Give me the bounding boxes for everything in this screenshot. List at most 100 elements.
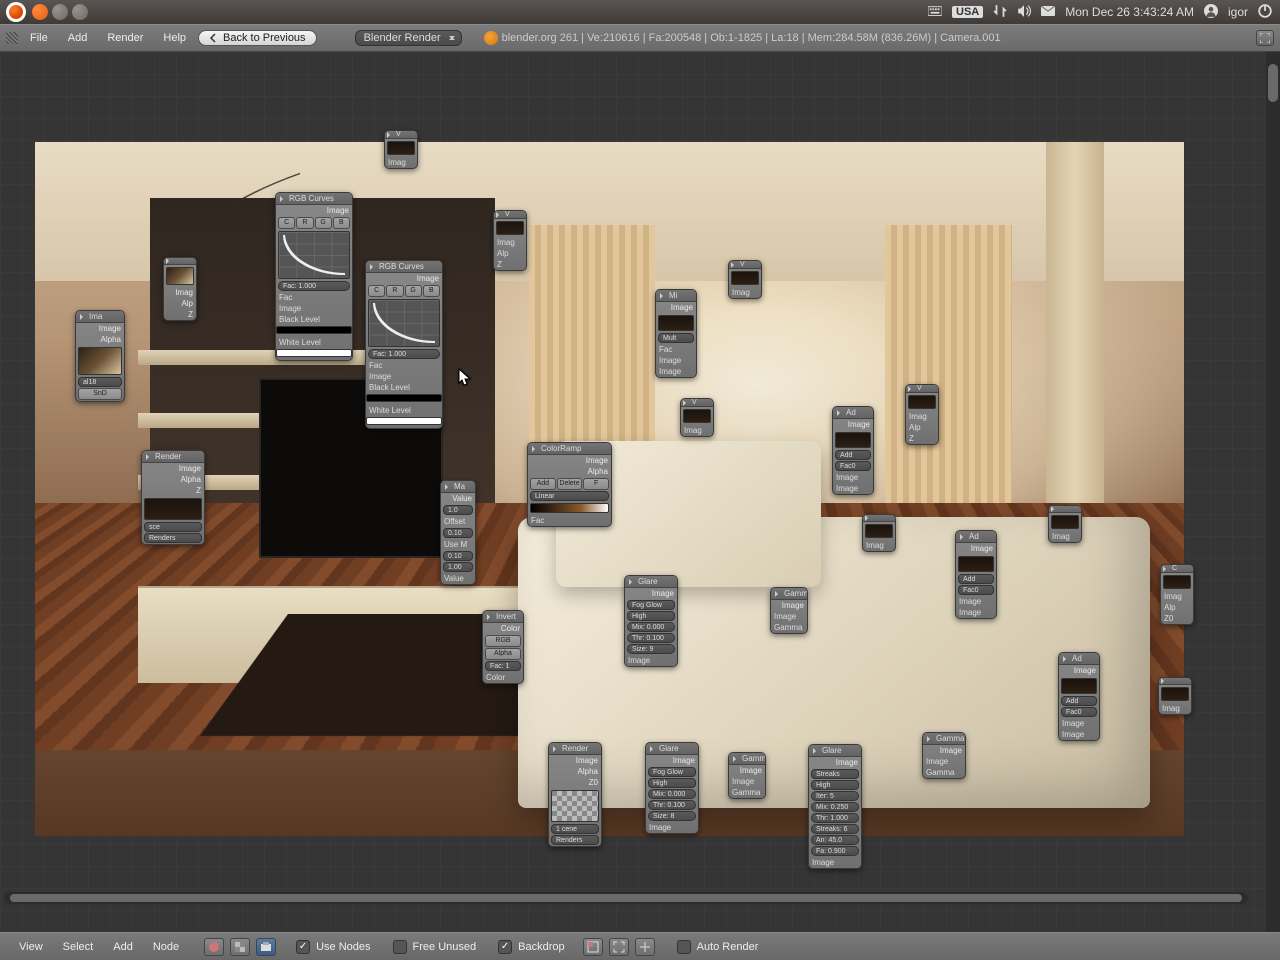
node-gamma-1[interactable]: Gamma Image Image Gamma bbox=[770, 587, 808, 634]
socket-image[interactable]: Image bbox=[646, 755, 698, 766]
socket-image2[interactable]: Image bbox=[833, 483, 873, 494]
node-rgb-curves-1[interactable]: RGB Curves Image CRGB Fac: 1.000 Fac Ima… bbox=[275, 192, 353, 361]
socket-image[interactable]: Image bbox=[729, 765, 765, 776]
socket-z[interactable]: Z bbox=[142, 485, 204, 496]
socket-alpha[interactable]: Alpha bbox=[528, 466, 611, 477]
socket-image[interactable]: Image bbox=[549, 755, 601, 766]
socket-alpha[interactable]: Alp bbox=[494, 248, 526, 259]
socket-image1[interactable]: Image bbox=[1059, 718, 1099, 729]
layer-select[interactable]: Renders bbox=[551, 835, 599, 845]
white-swatch[interactable] bbox=[366, 417, 442, 425]
fac-slider[interactable]: Fac: 1.000 bbox=[368, 349, 440, 359]
socket-image1[interactable]: Image bbox=[833, 472, 873, 483]
node-viewer-5[interactable]: V Imag Alp Z bbox=[905, 384, 939, 445]
scene-select[interactable]: sce bbox=[144, 522, 202, 532]
horizontal-scrollbar[interactable] bbox=[4, 892, 1248, 904]
fade-slider[interactable]: Fa: 0.900 bbox=[811, 846, 859, 856]
menu-add-bottom[interactable]: Add bbox=[106, 939, 140, 955]
socket-image[interactable]: Imag bbox=[494, 237, 526, 248]
node-viewer-1[interactable]: V Imag bbox=[384, 130, 418, 169]
glare-quality[interactable]: High bbox=[627, 611, 675, 621]
node-mix-add-1[interactable]: Ad Image Add Fac0 Image Image bbox=[832, 406, 874, 495]
offset-field[interactable]: 0.10 bbox=[443, 528, 473, 538]
socket-white[interactable]: White Level bbox=[366, 405, 442, 416]
curve-widget[interactable] bbox=[368, 299, 440, 347]
socket-image[interactable]: Image bbox=[625, 588, 677, 599]
fac-value[interactable]: Fac0 bbox=[835, 461, 871, 471]
socket-image2[interactable]: Image bbox=[956, 607, 996, 618]
menu-node[interactable]: Node bbox=[146, 939, 186, 955]
node-rgb-curves-2[interactable]: RGB Curves Image CRGB Fac: 1.000 Fac Ima… bbox=[365, 260, 443, 429]
socket-image[interactable]: Imag bbox=[385, 157, 417, 168]
mix-slider[interactable]: Mix: 0.000 bbox=[648, 789, 696, 799]
socket-image[interactable]: Image bbox=[833, 419, 873, 430]
username[interactable]: igor bbox=[1228, 5, 1248, 19]
socket-fac[interactable]: Fac bbox=[528, 515, 611, 526]
image-select[interactable]: al18 bbox=[78, 377, 122, 387]
socket-image-in[interactable]: Image bbox=[625, 655, 677, 666]
thr-slider[interactable]: Thr: 0.100 bbox=[627, 633, 675, 643]
free-unused-checkbox[interactable] bbox=[393, 940, 407, 954]
scene-select[interactable]: 1 cene bbox=[551, 824, 599, 834]
socket-image[interactable]: Image bbox=[771, 600, 807, 611]
socket-white[interactable]: White Level bbox=[276, 337, 352, 348]
socket-image-in[interactable]: Image bbox=[771, 611, 807, 622]
node-viewer-8[interactable]: Imag bbox=[1158, 677, 1192, 715]
socket-image[interactable]: Image bbox=[956, 543, 996, 554]
glare-quality[interactable]: High bbox=[811, 780, 859, 790]
node-render-layers-2[interactable]: Render Image Alpha Z0 1 cene Renders bbox=[548, 742, 602, 847]
streaks-slider[interactable]: Streaks: 6 bbox=[811, 824, 859, 834]
socket-image2[interactable]: Image bbox=[1059, 729, 1099, 740]
menu-select[interactable]: Select bbox=[56, 939, 101, 955]
socket-image-in[interactable]: Image bbox=[923, 756, 965, 767]
socket-black[interactable]: Black Level bbox=[276, 314, 352, 325]
node-gamma-2[interactable]: Gamma Image Image Gamma bbox=[728, 752, 766, 799]
socket-image[interactable]: Imag bbox=[1049, 531, 1081, 542]
socket-alpha[interactable]: Alp bbox=[164, 298, 196, 309]
socket-image[interactable]: Imag bbox=[1159, 703, 1191, 714]
node-editor-area[interactable]: Ima Image Alpha al18 SnD Imag Alp Z Rend… bbox=[0, 52, 1266, 932]
socket-z[interactable]: Z0 bbox=[1161, 613, 1193, 624]
socket-image[interactable]: Image bbox=[528, 455, 611, 466]
mail-icon[interactable] bbox=[1041, 4, 1055, 21]
ramp-flip[interactable]: F bbox=[583, 478, 609, 490]
fac-field[interactable]: Fac: 1 bbox=[485, 661, 521, 671]
socket-value[interactable]: Value bbox=[441, 493, 475, 504]
socket-image[interactable]: Imag bbox=[729, 287, 761, 298]
socket-color[interactable]: Color bbox=[483, 623, 523, 634]
window-maximize-button[interactable] bbox=[72, 4, 88, 20]
socket-image[interactable]: Image bbox=[142, 463, 204, 474]
socket-image-in[interactable]: Image bbox=[809, 857, 861, 868]
vertical-scrollbar[interactable] bbox=[1266, 52, 1280, 932]
socket-image-in[interactable]: Image bbox=[276, 303, 352, 314]
socket-gamma[interactable]: Gamma bbox=[729, 787, 765, 798]
node-glare-3[interactable]: Glare Image Streaks High Iter: 5 Mix: 0.… bbox=[808, 744, 862, 869]
socket-image-in[interactable]: Image bbox=[729, 776, 765, 787]
socket-image1[interactable]: Image bbox=[656, 355, 696, 366]
network-icon[interactable] bbox=[993, 4, 1007, 21]
glare-type[interactable]: Streaks bbox=[811, 769, 859, 779]
backdrop-zoom-icon[interactable] bbox=[583, 938, 603, 956]
back-to-previous-button[interactable]: Back to Previous bbox=[198, 30, 317, 46]
node-invert[interactable]: Invert Color RGB Alpha Fac: 1 Color bbox=[482, 610, 524, 684]
mix-slider[interactable]: Mix: 0.250 bbox=[811, 802, 859, 812]
socket-alpha[interactable]: Alp bbox=[906, 422, 938, 433]
socket-black[interactable]: Black Level bbox=[366, 382, 442, 393]
socket-image[interactable]: Imag bbox=[1161, 591, 1193, 602]
socket-alpha[interactable]: Alpha bbox=[76, 334, 124, 345]
tree-type-texture-icon[interactable] bbox=[230, 938, 250, 956]
node-viewer-7[interactable]: Imag bbox=[1048, 505, 1082, 543]
ramp-delete[interactable]: Delete bbox=[557, 478, 583, 490]
node-color-ramp[interactable]: ColorRamp Image Alpha AddDeleteF Linear … bbox=[527, 442, 612, 527]
socket-z[interactable]: Z bbox=[494, 259, 526, 270]
node-render-layers-1[interactable]: Render Image Alpha Z sce Renders bbox=[141, 450, 205, 545]
socket-image1[interactable]: Image bbox=[956, 596, 996, 607]
fac-value[interactable]: Fac0 bbox=[1061, 707, 1097, 717]
keyboard-indicator-icon[interactable] bbox=[928, 4, 942, 21]
node-viewer-2[interactable]: V Imag Alp Z bbox=[493, 210, 527, 271]
blend-mode[interactable]: Add bbox=[835, 450, 871, 460]
socket-image[interactable]: Imag bbox=[906, 411, 938, 422]
fullscreen-button[interactable] bbox=[1256, 30, 1274, 46]
socket-image[interactable]: Image bbox=[1059, 665, 1099, 676]
socket-alpha[interactable]: Alpha bbox=[549, 766, 601, 777]
